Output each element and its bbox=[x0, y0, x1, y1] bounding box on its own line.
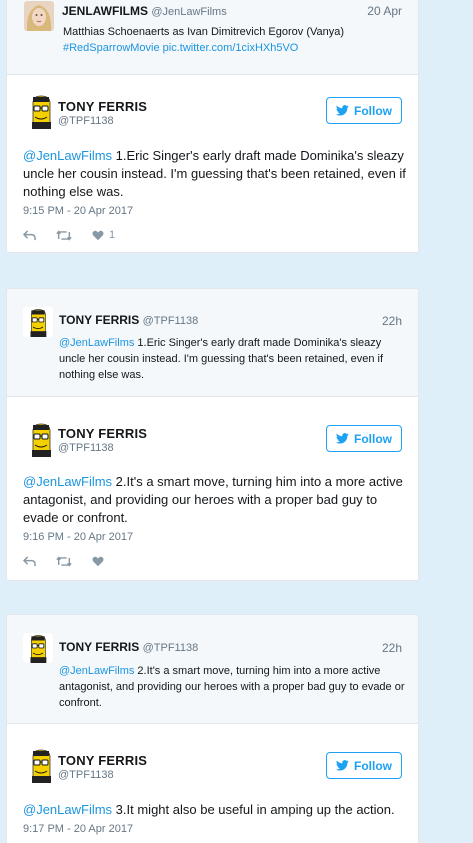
timestamp[interactable]: 9:15 PM - 20 Apr 2017 bbox=[23, 205, 133, 217]
timestamp[interactable]: 9:16 PM - 20 Apr 2017 bbox=[23, 531, 133, 543]
follow-label: Follow bbox=[354, 103, 392, 118]
reply-button[interactable] bbox=[23, 230, 36, 241]
quoted-tweet[interactable]: TONY FERRIS @TPF1138 22h @JenLawFilms 1.… bbox=[7, 289, 418, 397]
quoted-text: @JenLawFilms 1.Eric Singer's early draft… bbox=[59, 335, 409, 383]
retweet-icon bbox=[56, 556, 72, 567]
reply-icon bbox=[23, 230, 36, 241]
avatar[interactable] bbox=[23, 633, 53, 663]
tweet-card-3: TONY FERRIS @TPF1138 22h @JenLawFilms 2.… bbox=[6, 614, 419, 843]
follow-button[interactable]: Follow bbox=[326, 97, 402, 124]
mention-link[interactable]: @JenLawFilms bbox=[59, 665, 134, 677]
bird-icon bbox=[336, 433, 349, 444]
author-name[interactable]: TONY FERRIS bbox=[58, 99, 147, 114]
quoted-text-body: Matthias Schoenaerts as Ivan Dimitrevich… bbox=[63, 26, 345, 38]
mention-link[interactable]: @JenLawFilms bbox=[23, 474, 112, 489]
avatar[interactable] bbox=[23, 93, 59, 129]
mention-link[interactable]: @JenLawFilms bbox=[23, 802, 112, 817]
quoted-link[interactable]: #RedSparrowMovie pic.twitter.com/1cixHXh… bbox=[63, 40, 413, 56]
quoted-author[interactable]: TONY FERRIS @TPF1138 bbox=[59, 640, 198, 654]
tweet-actions: 1 bbox=[23, 229, 115, 241]
quoted-tweet[interactable]: TONY FERRIS @TPF1138 22h @JenLawFilms 2.… bbox=[7, 615, 418, 724]
author-handle[interactable]: @TPF1138 bbox=[58, 442, 114, 454]
tweet-text: @JenLawFilms 1.Eric Singer's early draft… bbox=[23, 147, 413, 201]
quoted-author-handle: @TPF1138 bbox=[142, 642, 199, 654]
avatar[interactable] bbox=[24, 1, 54, 31]
follow-button[interactable]: Follow bbox=[326, 752, 402, 779]
tweet-text: @JenLawFilms 2.It's a smart move, turnin… bbox=[23, 473, 413, 527]
author-name[interactable]: TONY FERRIS bbox=[58, 753, 147, 768]
retweet-button[interactable] bbox=[56, 230, 72, 241]
quoted-author[interactable]: TONY FERRIS @TPF1138 bbox=[59, 313, 198, 327]
avatar[interactable] bbox=[23, 747, 59, 783]
heart-icon bbox=[92, 230, 104, 241]
tweet-card-1: JENLAWFILMS @JenLawFilms 20 Apr Matthias… bbox=[6, 0, 419, 253]
retweet-icon bbox=[56, 230, 72, 241]
tweet-text: @JenLawFilms 3.It might also be useful i… bbox=[23, 801, 413, 819]
mention-link[interactable]: @JenLawFilms bbox=[59, 337, 134, 349]
quoted-tweet[interactable]: JENLAWFILMS @JenLawFilms 20 Apr Matthias… bbox=[7, 0, 418, 75]
tweet-card-2: TONY FERRIS @TPF1138 22h @JenLawFilms 1.… bbox=[6, 288, 419, 581]
author-handle[interactable]: @TPF1138 bbox=[58, 115, 114, 127]
quoted-author[interactable]: JENLAWFILMS @JenLawFilms bbox=[62, 4, 227, 18]
quoted-time[interactable]: 20 Apr bbox=[367, 4, 402, 18]
follow-label: Follow bbox=[354, 758, 392, 773]
avatar[interactable] bbox=[23, 307, 53, 337]
quoted-author-handle: @TPF1138 bbox=[142, 315, 199, 327]
like-button[interactable] bbox=[92, 556, 104, 567]
reply-button[interactable] bbox=[23, 556, 36, 567]
heart-icon bbox=[92, 556, 104, 567]
quoted-time[interactable]: 22h bbox=[382, 641, 402, 655]
tweet-actions bbox=[23, 556, 104, 567]
mention-link[interactable]: @JenLawFilms bbox=[23, 148, 112, 163]
quoted-author-handle: @JenLawFilms bbox=[151, 6, 227, 18]
quoted-author-name: JENLAWFILMS bbox=[62, 4, 148, 18]
like-count: 1 bbox=[109, 229, 116, 241]
bird-icon bbox=[336, 760, 349, 771]
quoted-author-name: TONY FERRIS bbox=[59, 313, 140, 327]
bird-icon bbox=[336, 105, 349, 116]
tweet-body: 3.It might also be useful in amping up t… bbox=[112, 802, 395, 817]
follow-label: Follow bbox=[354, 431, 392, 446]
timestamp[interactable]: 9:17 PM - 20 Apr 2017 bbox=[23, 823, 133, 835]
retweet-button[interactable] bbox=[56, 556, 72, 567]
quoted-author-name: TONY FERRIS bbox=[59, 640, 140, 654]
follow-button[interactable]: Follow bbox=[326, 425, 402, 452]
avatar[interactable] bbox=[23, 421, 59, 457]
quoted-time[interactable]: 22h bbox=[382, 314, 402, 328]
like-button[interactable]: 1 bbox=[92, 229, 115, 241]
author-name[interactable]: TONY FERRIS bbox=[58, 426, 147, 441]
author-handle[interactable]: @TPF1138 bbox=[58, 769, 114, 781]
quoted-text: @JenLawFilms 2.It's a smart move, turnin… bbox=[59, 663, 409, 711]
quoted-text: Matthias Schoenaerts as Ivan Dimitrevich… bbox=[63, 24, 413, 56]
reply-icon bbox=[23, 556, 36, 567]
